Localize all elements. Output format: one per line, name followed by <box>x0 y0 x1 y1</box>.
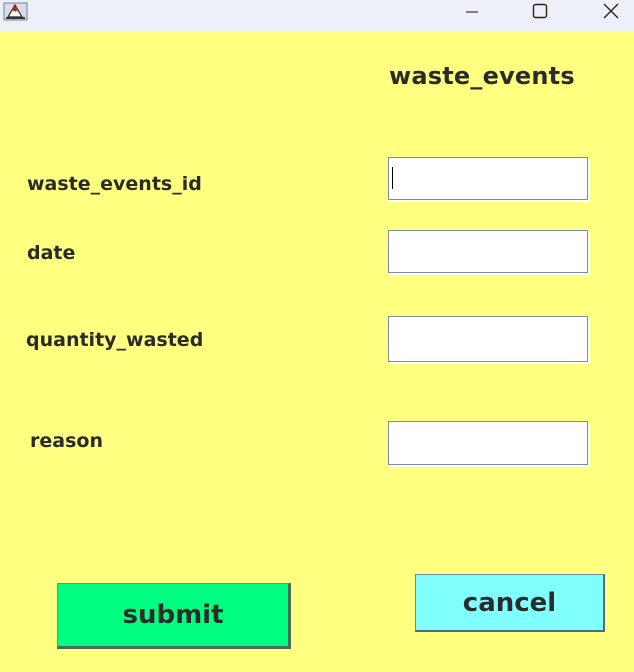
quantity-wasted-label: quantity_wasted <box>26 329 204 351</box>
reason-input[interactable] <box>388 421 588 465</box>
submit-button[interactable]: submit <box>57 583 291 649</box>
reason-label: reason <box>30 430 103 452</box>
java-duke-icon[interactable] <box>3 1 28 21</box>
text-caret <box>392 167 393 189</box>
cancel-button[interactable]: cancel <box>415 574 605 632</box>
maximize-button[interactable] <box>517 0 563 22</box>
title-bar <box>0 0 634 31</box>
close-button[interactable] <box>588 0 634 22</box>
waste-events-id-input[interactable] <box>388 157 588 200</box>
quantity-wasted-input[interactable] <box>388 316 588 362</box>
waste-events-id-label: waste_events_id <box>27 173 202 195</box>
date-input[interactable] <box>388 230 588 273</box>
maximize-icon <box>532 3 548 19</box>
minimize-icon <box>466 11 478 13</box>
date-label: date <box>27 242 76 264</box>
minimize-button[interactable] <box>449 0 495 22</box>
close-icon <box>603 3 619 19</box>
form-title: waste_events <box>389 62 575 90</box>
